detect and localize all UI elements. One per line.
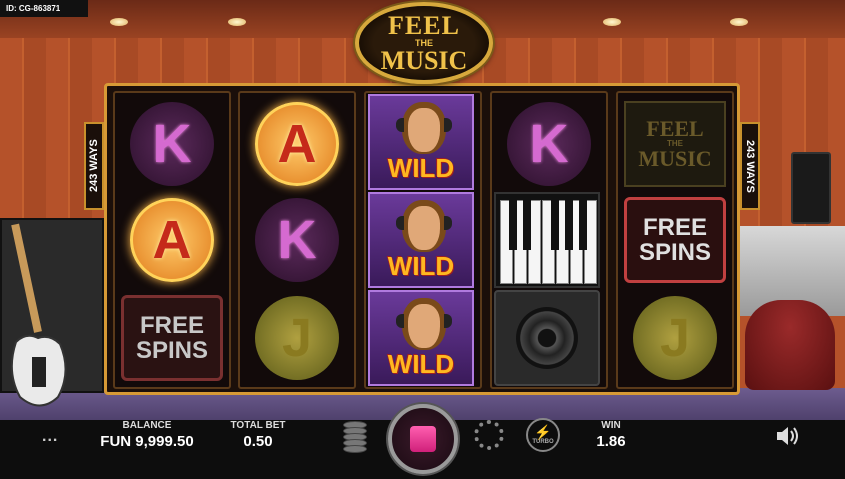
symbol-a: A bbox=[119, 193, 225, 287]
spins-label: SPINS bbox=[638, 239, 712, 266]
symbol-logo: FEEL THE MUSIC bbox=[622, 97, 728, 191]
ceiling-light bbox=[228, 18, 246, 26]
wild-label: WILD bbox=[387, 349, 455, 379]
studio-monitor-icon bbox=[791, 152, 831, 224]
electric-guitar-icon bbox=[10, 223, 67, 407]
coin-stack-icon[interactable] bbox=[343, 421, 367, 455]
feel-the-music-logo-icon: FEEL THE MUSIC bbox=[624, 101, 726, 187]
logo-symbol-line-3: MUSIC bbox=[638, 146, 712, 171]
win-value: 1.86 bbox=[596, 433, 626, 450]
ceiling-light bbox=[110, 18, 128, 26]
balance-label: BALANCE bbox=[122, 420, 172, 431]
wild-musician-icon: WILD bbox=[368, 192, 474, 288]
total-bet-display[interactable]: TOTAL BET 0.50 bbox=[218, 420, 298, 450]
symbol-k: K bbox=[119, 97, 225, 191]
turbo-label: TURBO bbox=[532, 439, 554, 445]
free-label: FREE bbox=[139, 311, 204, 339]
reel-4: K bbox=[490, 91, 608, 389]
ways-badge-right: 243 WAYS bbox=[740, 122, 760, 210]
win-label: WIN bbox=[601, 420, 621, 431]
spins-label: SPINS bbox=[135, 337, 209, 364]
symbol-k: K bbox=[244, 193, 350, 287]
reel-3: WILD WILD WILD bbox=[364, 91, 482, 389]
wild-label: WILD bbox=[387, 153, 455, 183]
wild-label: WILD bbox=[387, 251, 455, 281]
speaker-icon bbox=[494, 290, 600, 386]
wild-musician-icon: WILD bbox=[368, 290, 474, 386]
symbol-piano bbox=[494, 192, 600, 288]
symbol-j: J bbox=[244, 291, 350, 385]
free-spins-icon: FREE SPINS bbox=[121, 295, 223, 381]
letter-a-icon: A bbox=[255, 102, 339, 186]
symbol-j: J bbox=[622, 291, 728, 385]
headphones-icon bbox=[396, 216, 452, 230]
lightning-icon: ⚡ bbox=[534, 424, 552, 440]
headphones-icon bbox=[396, 118, 452, 132]
total-bet-label: TOTAL BET bbox=[230, 420, 286, 431]
letter-k-icon: K bbox=[255, 198, 339, 282]
spin-button[interactable] bbox=[388, 404, 458, 474]
balance-value: FUN 9,999.50 bbox=[100, 433, 194, 450]
reel-grid: K A FREE SPINS A K J WILD WILD WILD K FE… bbox=[104, 83, 740, 395]
reel-1: K A FREE SPINS bbox=[113, 91, 231, 389]
ceiling-light bbox=[603, 18, 621, 26]
symbol-speaker bbox=[494, 290, 600, 386]
autoplay-icon[interactable] bbox=[474, 420, 504, 450]
ways-badge-left: 243 WAYS bbox=[84, 122, 104, 210]
reel-2: A K J bbox=[238, 91, 356, 389]
ceiling-light bbox=[730, 18, 748, 26]
wild-musician-icon: WILD bbox=[368, 94, 474, 190]
free-spins-icon: FREE SPINS bbox=[624, 197, 726, 283]
game-id-label: ID: CG-863871 bbox=[0, 0, 88, 17]
win-display: WIN 1.86 bbox=[576, 420, 646, 450]
symbol-free-spins: FREE SPINS bbox=[119, 291, 225, 385]
studio-chair bbox=[745, 300, 835, 390]
headphones-icon bbox=[396, 314, 452, 328]
logo-line-1: FEEL bbox=[388, 10, 460, 40]
symbol-wild: WILD bbox=[368, 290, 474, 386]
menu-dots-icon[interactable]: ... bbox=[42, 428, 58, 446]
symbol-free-spins: FREE SPINS bbox=[622, 193, 728, 287]
letter-k-icon: K bbox=[130, 102, 214, 186]
reel-5: FEEL THE MUSIC FREE SPINS J bbox=[616, 91, 734, 389]
speaker-volume-icon[interactable] bbox=[775, 424, 801, 448]
symbol-wild: WILD bbox=[368, 94, 474, 190]
letter-j-icon: J bbox=[255, 296, 339, 380]
turbo-button[interactable]: ⚡ TURBO bbox=[526, 418, 560, 452]
letter-k-icon: K bbox=[507, 102, 591, 186]
free-label: FREE bbox=[642, 213, 707, 241]
game-logo: FEEL THE MUSIC bbox=[355, 2, 493, 84]
letter-j-icon: J bbox=[633, 296, 717, 380]
piano-keys-icon bbox=[494, 192, 600, 288]
balance-display: BALANCE FUN 9,999.50 bbox=[92, 420, 202, 450]
stop-icon bbox=[410, 426, 436, 452]
logo-symbol-line-1: FEEL bbox=[646, 116, 704, 141]
total-bet-value: 0.50 bbox=[243, 433, 273, 450]
symbol-a: A bbox=[244, 97, 350, 191]
symbol-wild: WILD bbox=[368, 192, 474, 288]
logo-line-3: MUSIC bbox=[380, 45, 468, 75]
letter-a-icon: A bbox=[130, 198, 214, 282]
symbol-k: K bbox=[496, 97, 602, 191]
